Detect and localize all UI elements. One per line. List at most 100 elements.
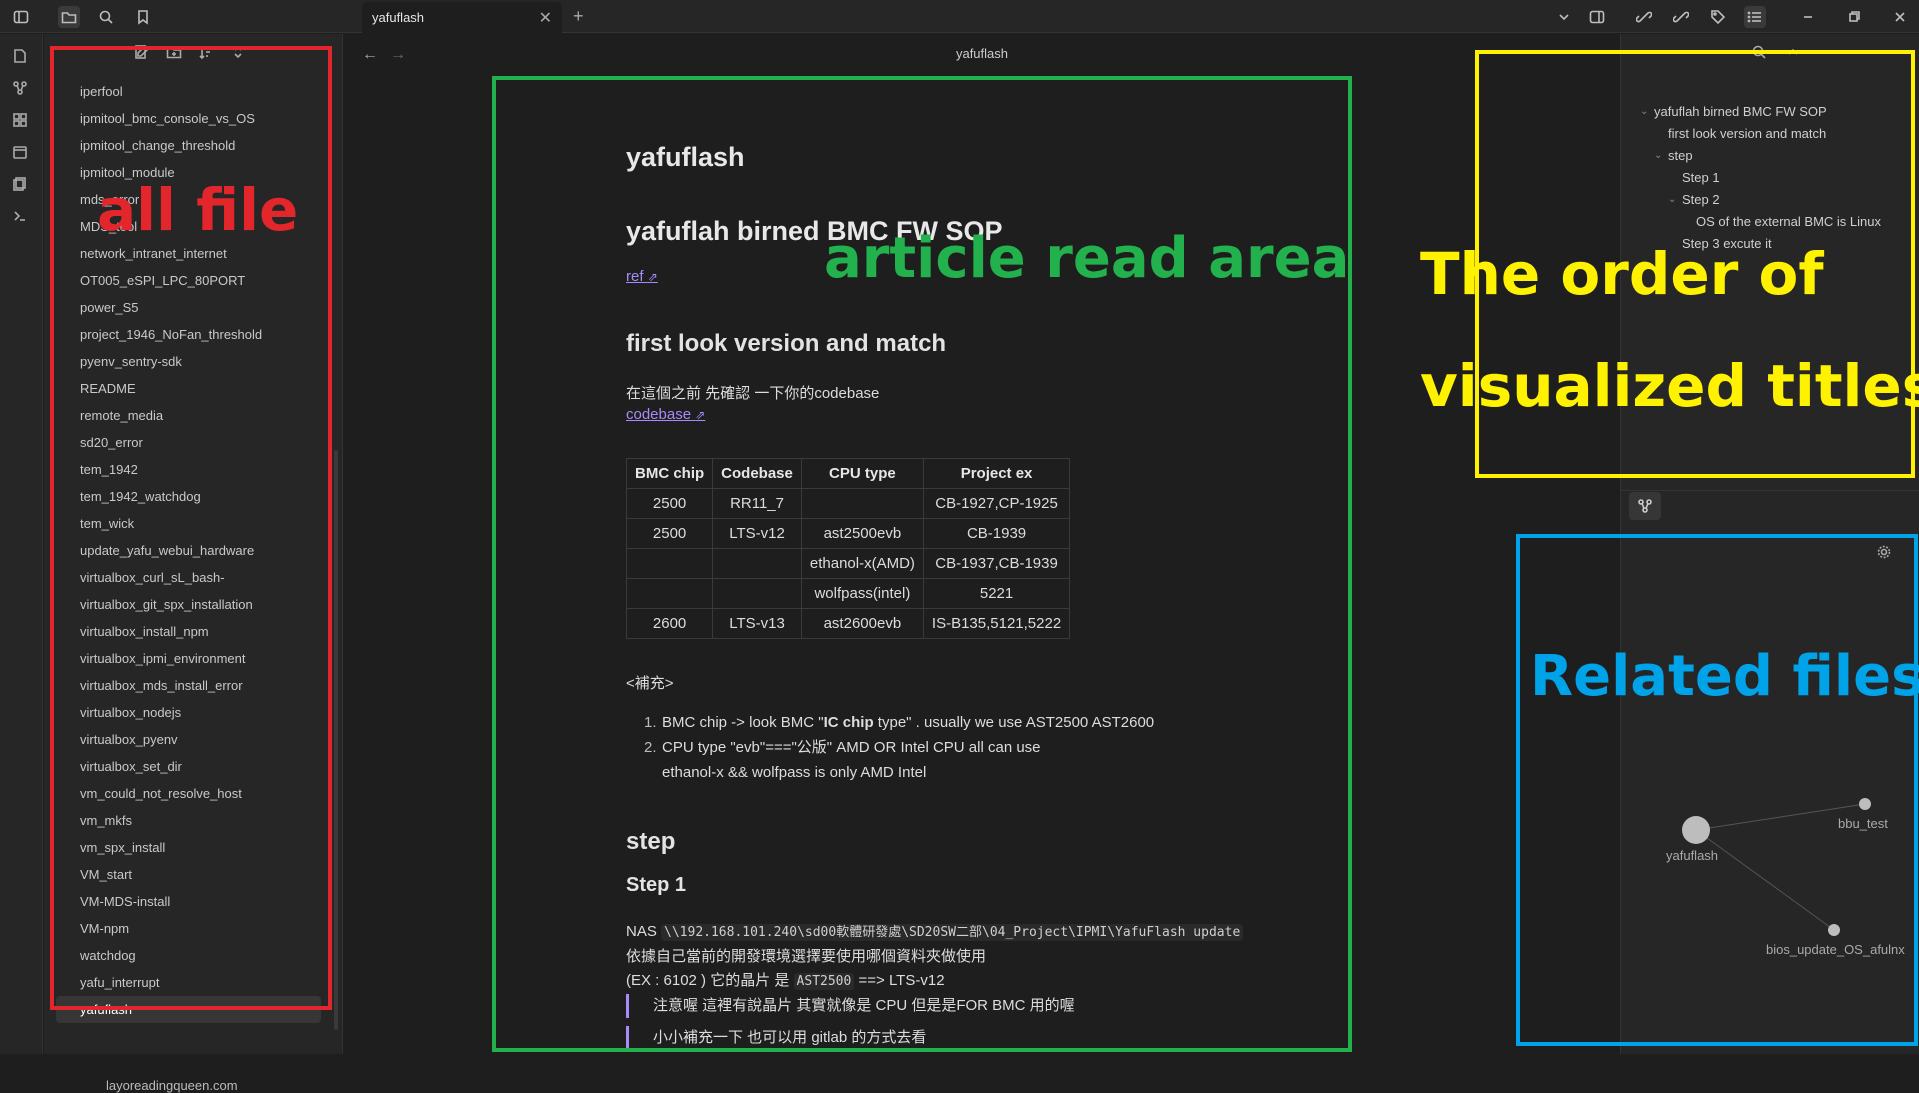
folder-icon[interactable] <box>58 6 80 28</box>
list-text: CPU type "evb"==="公版" AMD OR Intel CPU a… <box>662 739 1041 756</box>
bookmark-icon[interactable] <box>132 6 154 28</box>
file-item[interactable]: power_S5 <box>56 294 321 321</box>
terminal-icon[interactable] <box>12 208 32 228</box>
outline-item[interactable]: first look version and match <box>1668 126 1826 141</box>
inline-title[interactable]: yafuflash <box>626 142 745 173</box>
outline-item[interactable]: ⌄ Step 2 <box>1668 192 1720 207</box>
file-item[interactable]: yafuflash <box>56 996 321 1023</box>
file-item[interactable]: project_1946_NoFan_threshold <box>56 321 321 348</box>
file-item[interactable]: network_intranet_internet <box>56 240 321 267</box>
table-header-row: BMC chip Codebase CPU type Project ex <box>625 458 1071 489</box>
file-item[interactable]: virtualbox_set_dir <box>56 753 321 780</box>
file-item[interactable]: sd20_error <box>56 429 321 456</box>
outgoing-links-icon[interactable] <box>1670 6 1692 28</box>
file-item[interactable]: tem_1942 <box>56 456 321 483</box>
file-item[interactable]: yafu_interrupt <box>56 969 321 996</box>
outline-item-label: step <box>1668 148 1693 163</box>
list-text: ethanol-x && wolfpass is only AMD Intel <box>662 764 927 781</box>
outline-item-label: first look version and match <box>1668 126 1827 141</box>
minimize-icon[interactable] <box>1797 6 1819 28</box>
chevron-up-icon[interactable] <box>1785 44 1801 65</box>
search-icon[interactable] <box>95 6 117 28</box>
list-item: 1. BMC chip -> look BMC "IC chip type" . … <box>626 710 1154 735</box>
outline-item-label: yafuflah birned BMC FW SOP <box>1654 104 1827 119</box>
file-item[interactable]: vm_mkfs <box>56 807 321 834</box>
file-item[interactable]: VM-npm <box>56 915 321 942</box>
graph-view-icon[interactable] <box>12 80 32 100</box>
external-link-icon: ⇗ <box>695 408 706 422</box>
chevron-down-icon[interactable] <box>1553 6 1575 28</box>
outline-item[interactable]: Step 3 excute it <box>1682 236 1772 251</box>
file-item[interactable]: virtualbox_mds_install_error <box>56 672 321 699</box>
new-folder-icon[interactable] <box>166 44 184 62</box>
restore-icon[interactable] <box>1843 6 1865 28</box>
file-item[interactable]: tem_1942_watchdog <box>56 483 321 510</box>
file-item[interactable]: virtualbox_ipmi_environment <box>56 645 321 672</box>
chevron-down-icon[interactable]: ⌄ <box>1668 194 1676 205</box>
collapse-all-icon[interactable] <box>230 44 248 62</box>
window-close-icon[interactable] <box>1889 6 1911 28</box>
backlinks-icon[interactable] <box>1633 6 1655 28</box>
graph-edge <box>1695 829 1835 931</box>
outline-item[interactable]: OS of the external BMC is Linux <box>1696 214 1881 229</box>
file-item[interactable]: virtualbox_curl_sL_bash- <box>56 564 321 591</box>
file-item[interactable]: ipmitool_change_threshold <box>56 132 321 159</box>
file-item[interactable]: virtualbox_nodejs <box>56 699 321 726</box>
new-note-icon[interactable] <box>134 44 152 62</box>
file-item[interactable]: mds_error <box>56 186 321 213</box>
tags-icon[interactable] <box>1707 6 1729 28</box>
right-sidebar-toggle-icon[interactable] <box>1586 6 1608 28</box>
graph-node-bios-update[interactable] <box>1828 924 1840 936</box>
table-cell: CB-1927,CP-1925 <box>922 488 1071 519</box>
file-item[interactable]: virtualbox_install_npm <box>56 618 321 645</box>
file-item[interactable]: virtualbox_git_spx_installation <box>56 591 321 618</box>
open-quick-switcher-icon[interactable] <box>12 48 32 68</box>
file-item[interactable]: OT005_eSPI_LPC_80PORT <box>56 267 321 294</box>
view-header-title[interactable]: yafuflash <box>344 46 1620 61</box>
file-item[interactable]: virtualbox_pyenv <box>56 726 321 753</box>
sort-icon[interactable] <box>198 44 216 62</box>
file-item[interactable]: pyenv_sentry-sdk <box>56 348 321 375</box>
templates-icon[interactable] <box>12 176 32 196</box>
table-cell: ast2600evb <box>800 608 924 639</box>
outline-icon[interactable] <box>1744 6 1766 28</box>
file-item[interactable]: watchdog <box>56 942 321 969</box>
file-item[interactable]: update_yafu_webui_hardware <box>56 537 321 564</box>
outline-item[interactable]: Step 1 <box>1682 170 1720 185</box>
sidebar-toggle-icon[interactable] <box>10 6 32 28</box>
graph-node-bbu-test[interactable] <box>1859 798 1871 810</box>
outline-item[interactable]: ⌄ yafuflah birned BMC FW SOP <box>1640 104 1827 119</box>
file-item[interactable]: vm_spx_install <box>56 834 321 861</box>
external-link-icon: ⇗ <box>647 270 658 284</box>
graph-node-yafuflash[interactable] <box>1682 816 1710 844</box>
outline-item-label: OS of the external BMC is Linux <box>1696 214 1881 229</box>
new-tab-button[interactable]: + <box>573 6 584 27</box>
table-row: 2500 LTS-v12 ast2500evb CB-1939 <box>625 518 1071 549</box>
file-item[interactable]: iperfool <box>56 78 321 105</box>
tab-yafuflash[interactable]: yafuflash ✕ <box>362 2 562 33</box>
file-item[interactable]: ipmitool_bmc_console_vs_OS <box>56 105 321 132</box>
file-item[interactable]: remote_media <box>56 402 321 429</box>
codebase-link[interactable]: codebase ⇗ <box>626 406 705 423</box>
title-bar: yafuflash ✕ + <box>0 0 1919 33</box>
local-graph[interactable] <box>1621 514 1919 1014</box>
file-item[interactable]: ipmitool_module <box>56 159 321 186</box>
explorer-scrollbar[interactable] <box>334 450 338 1030</box>
file-item[interactable]: vm_could_not_resolve_host <box>56 780 321 807</box>
file-item[interactable]: VM_start <box>56 861 321 888</box>
chevron-down-icon[interactable]: ⌄ <box>1654 150 1662 161</box>
vault-name[interactable]: layoreadingqueen.com <box>106 1078 238 1093</box>
search-icon[interactable] <box>1751 44 1767 65</box>
file-item[interactable]: VM-MDS-install <box>56 888 321 915</box>
canvas-icon[interactable] <box>12 112 32 132</box>
close-icon[interactable]: ✕ <box>539 8 552 28</box>
outline-item[interactable]: ⌄ step <box>1654 148 1693 163</box>
file-item[interactable]: README <box>56 375 321 402</box>
ref-link[interactable]: ref ⇗ <box>626 268 658 285</box>
calendar-icon[interactable] <box>12 144 32 164</box>
chevron-down-icon[interactable]: ⌄ <box>1640 106 1648 117</box>
table-cell <box>625 578 714 609</box>
list-text: BMC chip -> look BMC " <box>662 714 824 731</box>
file-item[interactable]: MDS_tool <box>56 213 321 240</box>
file-item[interactable]: tem_wick <box>56 510 321 537</box>
